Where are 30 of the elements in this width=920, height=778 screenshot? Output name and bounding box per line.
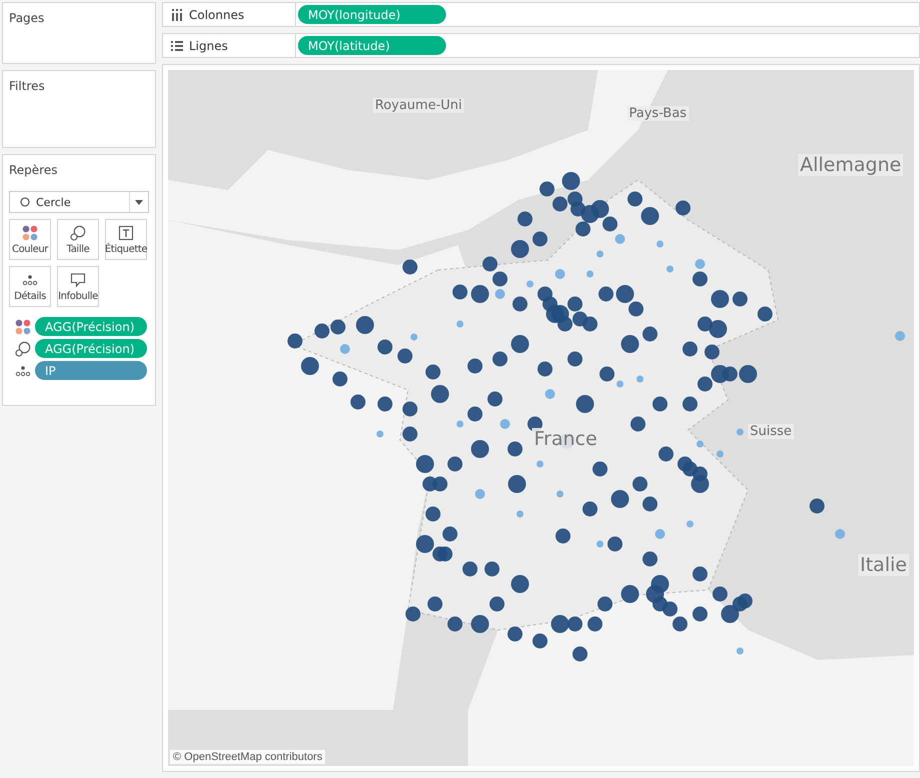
color-button[interactable]: Couleur [9, 219, 51, 260]
pages-title: Pages [9, 11, 46, 25]
map-attribution: © OpenStreetMap contributors [170, 750, 326, 764]
caret-icon [135, 200, 143, 204]
mark-type-value: Cercle [36, 196, 71, 208]
circles-icon [70, 224, 86, 240]
columns-icon [171, 8, 183, 20]
map-place-label: Suisse [748, 424, 794, 439]
map-place-label: Royaume-Uni [373, 98, 464, 113]
rows-icon [171, 40, 183, 52]
color-dots-icon [22, 224, 38, 240]
size-button[interactable]: Taille [57, 219, 99, 260]
map-place-label: Pays-Bas [627, 106, 689, 121]
mark-type-dropdown[interactable]: Cercle [9, 191, 149, 213]
filters-title: Filtres [9, 79, 46, 93]
shelf-label: Lignes [189, 38, 228, 52]
circles-icon [15, 340, 31, 356]
circle-icon [20, 197, 30, 207]
color-dots-icon [15, 318, 31, 334]
tooltip-button[interactable]: Infobulle [57, 266, 99, 307]
map-place-label: France [532, 428, 600, 450]
label-button[interactable]: Étiquette [105, 219, 147, 260]
map-view[interactable]: Royaume-Uni Pays-Bas Allemagne France Suisse Italie © OpenStreetMap contributors [168, 70, 914, 766]
text-box-icon [118, 224, 134, 240]
detail-button[interactable]: Détails [9, 266, 51, 307]
map-place-label: Allemagne [798, 154, 904, 176]
map-place-label: Italie [858, 554, 909, 576]
speech-bubble-icon [70, 272, 86, 288]
shelf-label: Colonnes [189, 8, 244, 22]
marks-title: Repères [9, 163, 58, 177]
